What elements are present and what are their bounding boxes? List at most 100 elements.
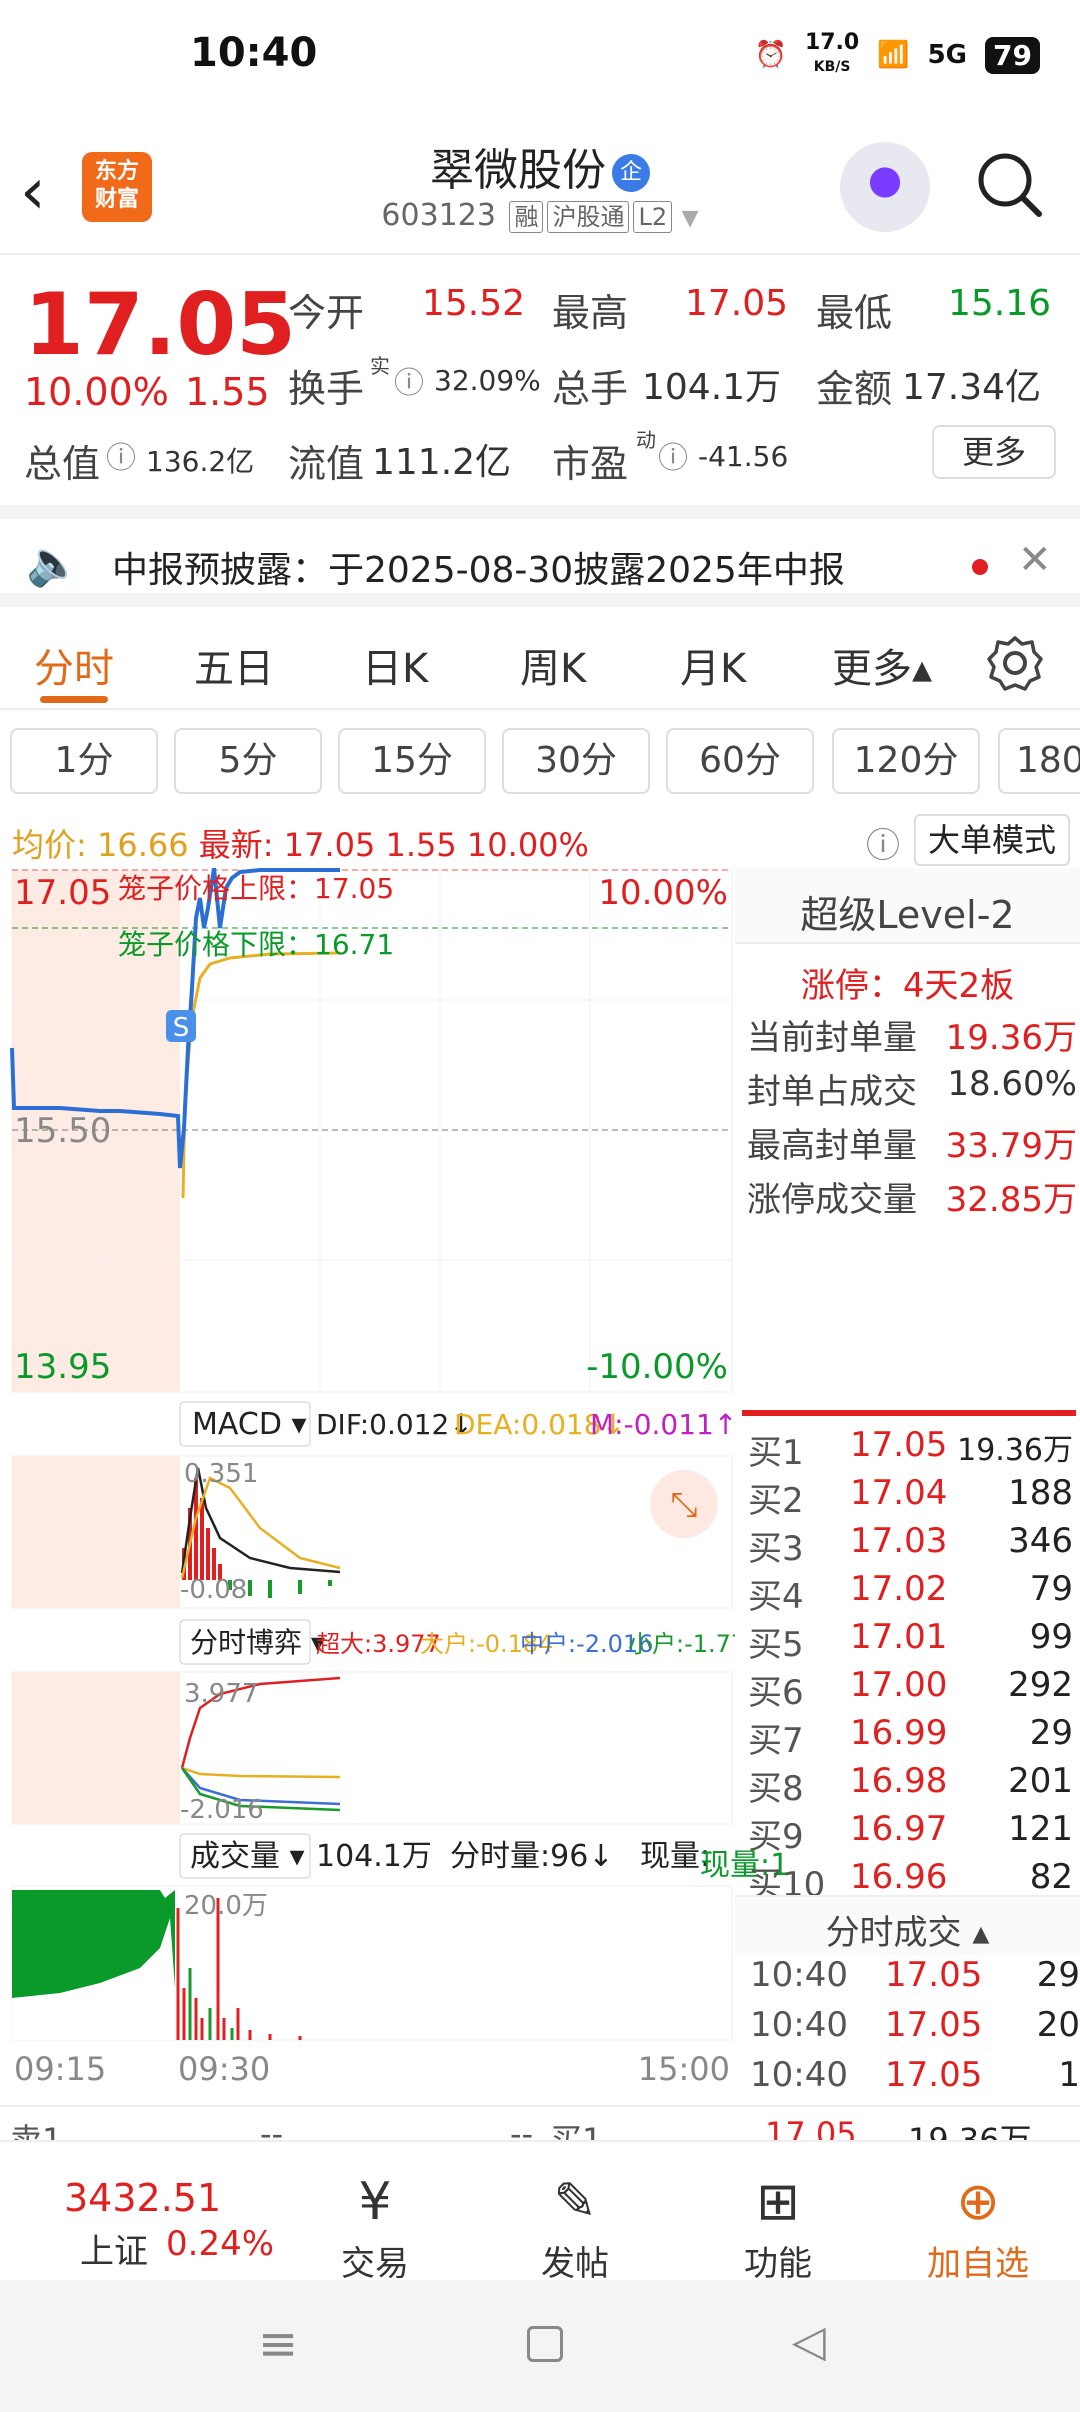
home-icon[interactable] — [527, 2326, 563, 2362]
margin-tag: 融 — [509, 201, 544, 233]
plus-circle-icon: ⊕ — [956, 2172, 1000, 2232]
back-nav-icon[interactable]: ◁ — [792, 2316, 826, 2367]
tab-weekly[interactable]: 周K — [520, 636, 586, 694]
volume-label: 总手 — [552, 367, 629, 411]
level2-title[interactable]: 超级Level-2 — [735, 868, 1080, 944]
level2-panel: 超级Level-2 涨停：4天2板 当前封单量 19.36万 封单占成交 18.60… — [735, 868, 1080, 1220]
system-nav-bar: ≡ ◁ — [0, 2280, 1080, 2412]
float-value: 111.2亿 — [372, 442, 512, 483]
notice-text: 中报预披露：于2025-08-30披露2025年中报 — [112, 550, 845, 591]
expand-icon: ⤡ — [670, 1485, 697, 1525]
volume-selector: 成交量 ▾ — [190, 1839, 305, 1874]
tab-more[interactable]: 更多▴ — [832, 636, 932, 694]
cellular-5g: 5G — [927, 40, 968, 70]
clock: 10:40 — [190, 30, 318, 76]
tab-5day[interactable]: 五日 — [194, 636, 274, 694]
period-120m[interactable]: 120分 — [832, 728, 980, 794]
index-value[interactable]: 3432.51 — [64, 2176, 221, 2220]
tick-trades-header[interactable]: 分时成交 ▴ — [735, 1895, 1080, 1955]
limit-up-status: 涨停：4天2板 — [800, 966, 1015, 1006]
net-speed: 17.0 KB/S — [804, 30, 860, 76]
close-icon[interactable]: ✕ — [1018, 537, 1052, 583]
battery-level: 79 — [985, 36, 1040, 74]
sell-marker-label: S — [173, 1013, 190, 1043]
chart-tabs: 分时 五日 日K 周K 月K 更多▴ — [0, 610, 1080, 710]
volume-minute: 分时量:96↓ — [450, 1839, 613, 1874]
macd-m: M:-0.011↑ — [590, 1408, 735, 1441]
volume-value: 104.1万 — [642, 367, 782, 408]
notice-bar[interactable]: 🔈 中报预披露：于2025-08-30披露2025年中报 ✕ — [0, 505, 1080, 607]
trade-button[interactable]: ¥ 交易 — [275, 2172, 475, 2285]
period-5m[interactable]: 5分 — [174, 728, 322, 794]
bottom-price-label: 13.95 — [14, 1347, 111, 1387]
status-bar: 10:40 ⏰ 17.0 KB/S 📶 5G 79 — [0, 0, 1080, 120]
top-pct-label: 10.00% — [598, 873, 728, 913]
tab-intraday[interactable]: 分时 — [34, 636, 114, 694]
volume-top-label: 20.0万 — [184, 1891, 268, 1921]
more-button[interactable]: 更多 — [932, 425, 1056, 479]
period-15m[interactable]: 15分 — [338, 728, 486, 794]
macd-top-label: 0.351 — [184, 1459, 258, 1489]
current-price: 17.05 — [24, 275, 297, 375]
mktcap-value: 136.2亿 — [146, 445, 255, 478]
trade-icon: ¥ — [358, 2172, 392, 2232]
open-value: 15.52 — [422, 283, 526, 324]
help-icon[interactable]: ⓘ — [866, 818, 900, 867]
low-value: 15.16 — [948, 283, 1052, 324]
post-button[interactable]: ✎ 发帖 — [475, 2172, 675, 2285]
intraday-chart[interactable]: 17.05 10.00% 15.50 13.95 -10.00% 笼子价格上限：… — [0, 868, 735, 2088]
macd-bottom-label: -0.08 — [180, 1575, 247, 1605]
index-name[interactable]: 上证 — [80, 2224, 148, 2273]
bottom-toolbar: 3432.51 上证 0.24% ¥ 交易 ✎ 发帖 ⊞ 功能 ⊕ 加自选 — [0, 2140, 1080, 2284]
tab-daily[interactable]: 日K — [362, 636, 428, 694]
turnover-label: 换手 — [288, 367, 365, 411]
bid-list[interactable]: 买1 17.05 19.36万 买2 17.04 188 买3 17.03 346 买4 17… — [740, 1425, 1075, 1895]
level2-tag: L2 — [633, 201, 673, 233]
game-selector: 分时博弈 ▾ — [190, 1626, 325, 1659]
volume-total: 104.1万 — [316, 1839, 432, 1874]
pe-sup: 动 — [636, 428, 656, 452]
l2-row-max-seal: 最高封单量 33.79万 — [747, 1126, 1077, 1166]
turnover-sup: 实 — [370, 354, 390, 378]
edit-icon: ✎ — [553, 2172, 597, 2232]
connect-tag: 沪股通 — [547, 201, 630, 233]
change-amount: 1.55 — [185, 370, 270, 414]
amount-label: 金额 — [816, 367, 893, 411]
bid-divider — [742, 1410, 1076, 1416]
order-bar: 卖1 -- -- 买1 17.05 19.36万 — [0, 2105, 1080, 2145]
add-watchlist-button[interactable]: ⊕ 加自选 — [878, 2172, 1078, 2285]
stock-header: ‹ 东方 财富 翠微股份企 603123 融沪股通 L2 ▼ — [0, 120, 1080, 255]
big-order-mode-button[interactable]: 大单模式 — [914, 814, 1070, 866]
game-bottom-label: -2.016 — [180, 1795, 264, 1825]
info-icon[interactable]: ⓘ — [106, 433, 136, 477]
change-percent: 10.00% — [24, 370, 169, 414]
l2-row-seal: 当前封单量 19.36万 — [747, 1018, 1077, 1058]
period-30m[interactable]: 30分 — [502, 728, 650, 794]
price-info-line: 均价: 16.66 最新: 17.05 1.55 10.00% — [12, 826, 589, 864]
time-end: 15:00 — [638, 2050, 730, 2088]
mid-price-label: 15.50 — [14, 1111, 111, 1151]
robot-assistant-icon[interactable] — [840, 142, 930, 232]
cage-upper-label: 笼子价格上限：17.05 — [118, 872, 394, 905]
tab-monthly[interactable]: 月K — [680, 636, 746, 694]
bottom-pct-label: -10.00% — [586, 1347, 728, 1387]
l2-row-limit-volume: 涨停成交量 32.85万 — [747, 1180, 1077, 1220]
status-icons: ⏰ 17.0 KB/S 📶 5G 79 — [755, 32, 1040, 78]
menu-icon[interactable]: ≡ — [258, 2316, 298, 2372]
time-start: 09:15 — [14, 2050, 106, 2088]
search-icon[interactable] — [975, 150, 1045, 220]
info-icon[interactable]: ⓘ — [394, 358, 424, 402]
info-icon[interactable]: ⓘ — [658, 433, 688, 477]
index-change[interactable]: 0.24% — [166, 2224, 274, 2264]
period-180m[interactable]: 180 — [998, 728, 1080, 794]
pe-label: 市盈 — [552, 442, 629, 486]
dropdown-icon: ▼ — [681, 206, 699, 231]
period-60m[interactable]: 60分 — [666, 728, 814, 794]
period-1m[interactable]: 1分 — [10, 728, 158, 794]
turnover-value: 32.09% — [434, 364, 541, 397]
amount-value: 17.34亿 — [902, 367, 1042, 408]
active-tab-indicator — [40, 696, 108, 703]
settings-gear-icon[interactable] — [986, 634, 1044, 692]
game-top-label: 3.977 — [184, 1679, 258, 1709]
functions-button[interactable]: ⊞ 功能 — [678, 2172, 878, 2285]
